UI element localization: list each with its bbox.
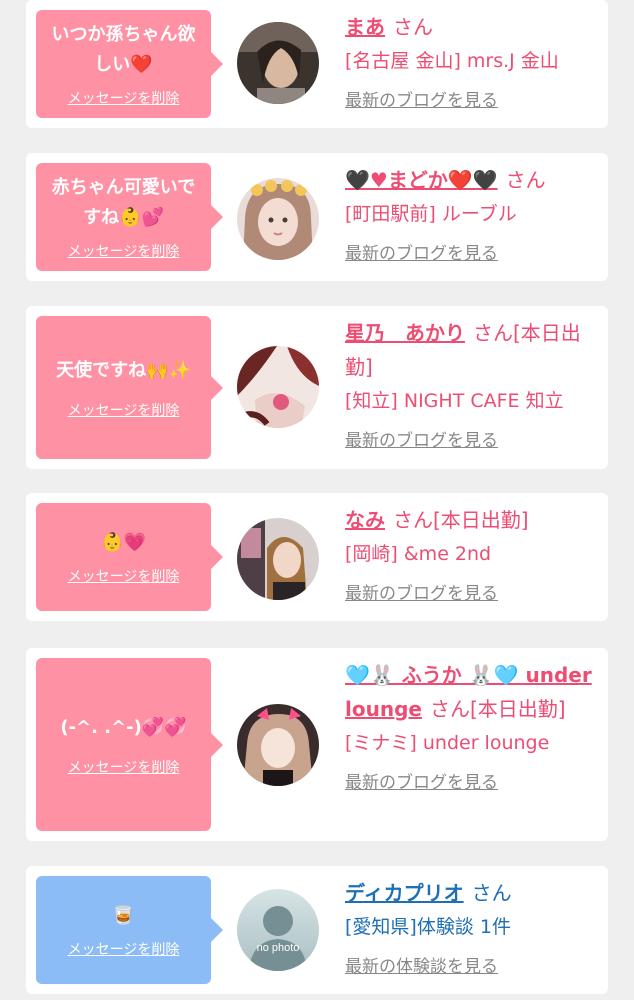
shop-label: [名古屋 金山] mrs.J 金山 — [345, 50, 559, 72]
message-text: いつか孫ちゃん欲しい❤️ — [51, 24, 196, 75]
avatar[interactable] — [237, 704, 319, 786]
sender-info: なみ さん[本日出勤] [岡崎] &me 2nd 最新のブログを見る — [345, 503, 600, 604]
message-list: いつか孫ちゃん欲しい❤️ メッセージを削除 まあ さん [名古屋 金山] mrs.… — [0, 0, 634, 1000]
sender-suffix: さん — [471, 881, 512, 905]
sender-name-link[interactable]: なみ — [345, 508, 385, 532]
sender-info: 🩵🐰 ふうか 🐰🩵 under lounge さん[本日出勤] [ミナミ] und… — [345, 658, 600, 793]
list-item: 赤ちゃん可愛いですね👶💕 メッセージを削除 🖤♥まどか❤️🖤 さん [町田駅前]… — [26, 153, 608, 281]
sender-info: 🖤♥まどか❤️🖤 さん [町田駅前] ルーブル 最新のブログを見る — [345, 163, 600, 264]
no-photo-label: no photo — [257, 942, 300, 954]
shop-label: [ミナミ] under lounge — [345, 732, 550, 754]
shop-label: [知立] NIGHT CAFE 知立 — [345, 390, 564, 412]
sender-suffix: さん — [393, 15, 433, 39]
sender-suffix: さん — [505, 168, 546, 192]
message-text: (-^. .^-)💞💞 — [60, 716, 187, 738]
delete-message-link[interactable]: メッセージを削除 — [68, 400, 180, 420]
latest-blog-link[interactable]: 最新のブログを見る — [345, 86, 498, 111]
sender-suffix: さん[本日出勤] — [429, 697, 566, 721]
message-bubble: 赤ちゃん可愛いですね👶💕 メッセージを削除 — [36, 163, 223, 271]
sender-suffix: さん[本日出勤] — [393, 508, 529, 532]
list-item: 🥃 メッセージを削除 no photo ディカプリオ さん [愛知県]体験談 1… — [26, 866, 608, 994]
avatar[interactable]: no photo — [237, 889, 319, 971]
message-bubble: (-^. .^-)💞💞 メッセージを削除 — [36, 658, 223, 831]
list-item: 天使ですね🙌✨ メッセージを削除 星乃 あかり さん[本日出勤] [知立] NIG… — [26, 306, 608, 469]
message-text: 赤ちゃん可愛いですね👶💕 — [51, 177, 196, 228]
list-item: 👶💗 メッセージを削除 なみ さん[本日出勤] [岡崎] &me 2nd 最新のブ… — [26, 493, 608, 621]
sender-name-link[interactable]: 🖤♥まどか❤️🖤 — [345, 168, 498, 192]
shop-label: [岡崎] &me 2nd — [345, 543, 492, 565]
avatar[interactable] — [237, 178, 319, 260]
message-text: 👶💗 — [101, 532, 146, 553]
avatar[interactable] — [237, 518, 319, 600]
sender-name-link[interactable]: ディカプリオ — [345, 881, 464, 905]
sender-info: まあ さん [名古屋 金山] mrs.J 金山 最新のブログを見る — [345, 10, 600, 111]
avatar[interactable] — [237, 346, 319, 428]
delete-message-link[interactable]: メッセージを削除 — [68, 566, 180, 586]
avatar[interactable] — [237, 22, 319, 104]
message-bubble: 🥃 メッセージを削除 — [36, 876, 223, 984]
sender-name-link[interactable]: 星乃 あかり — [345, 321, 465, 345]
delete-message-link[interactable]: メッセージを削除 — [68, 241, 180, 261]
delete-message-link[interactable]: メッセージを削除 — [68, 88, 180, 108]
latest-blog-link[interactable]: 最新のブログを見る — [345, 579, 498, 604]
list-item: (-^. .^-)💞💞 メッセージを削除 🩵🐰 ふうか 🐰🩵 under lou… — [26, 648, 608, 841]
message-bubble: いつか孫ちゃん欲しい❤️ メッセージを削除 — [36, 10, 223, 118]
latest-blog-link[interactable]: 最新のブログを見る — [345, 768, 498, 793]
latest-blog-link[interactable]: 最新のブログを見る — [345, 239, 498, 264]
delete-message-link[interactable]: メッセージを削除 — [68, 757, 180, 777]
message-bubble: 天使ですね🙌✨ メッセージを削除 — [36, 316, 223, 459]
message-text: 天使ですね🙌✨ — [56, 359, 191, 381]
sender-info: 星乃 あかり さん[本日出勤] [知立] NIGHT CAFE 知立 最新のブログ… — [345, 316, 600, 451]
delete-message-link[interactable]: メッセージを削除 — [68, 939, 180, 959]
shop-label: [町田駅前] ルーブル — [345, 203, 517, 225]
shop-label: [愛知県]体験談 1件 — [345, 916, 511, 938]
message-text: 🥃 — [112, 905, 135, 926]
sender-name-link[interactable]: まあ — [345, 15, 385, 39]
latest-review-link[interactable]: 最新の体験談を見る — [345, 952, 498, 977]
sender-info: ディカプリオ さん [愛知県]体験談 1件 最新の体験談を見る — [345, 876, 600, 977]
message-bubble: 👶💗 メッセージを削除 — [36, 503, 223, 611]
latest-blog-link[interactable]: 最新のブログを見る — [345, 426, 498, 451]
list-item: いつか孫ちゃん欲しい❤️ メッセージを削除 まあ さん [名古屋 金山] mrs.… — [26, 0, 608, 128]
